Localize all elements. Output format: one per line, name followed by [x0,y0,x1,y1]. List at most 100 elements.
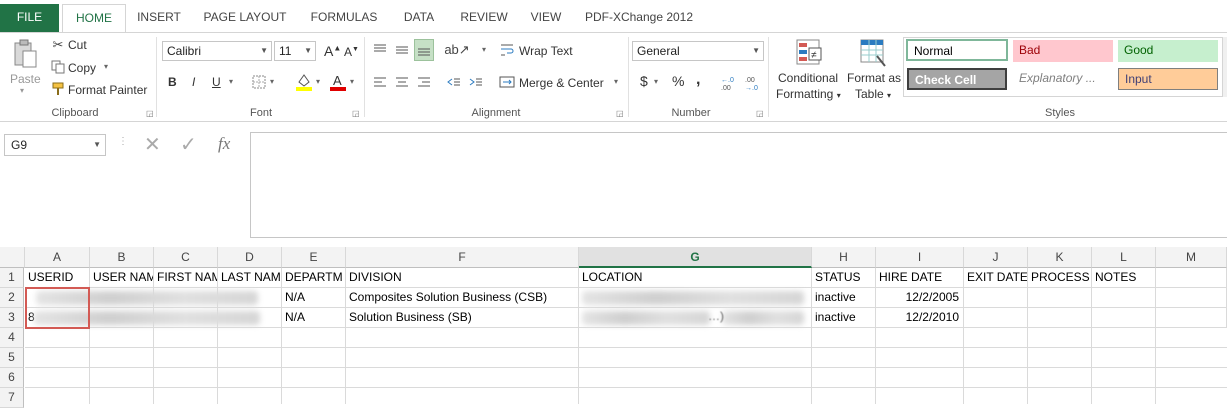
cell-h3[interactable]: inactive [812,308,876,328]
bold-button[interactable]: B [168,75,177,89]
row-header[interactable]: 1 [0,268,24,288]
grow-font-button[interactable]: A▲ [324,43,341,59]
column-header[interactable]: A [25,247,90,268]
tab-review[interactable]: REVIEW [452,6,516,28]
column-header[interactable]: H [812,247,876,268]
paste-icon[interactable] [10,37,40,71]
merge-center-dropdown-icon[interactable]: ▾ [614,77,618,86]
insert-function-icon[interactable]: fx [218,134,230,154]
column-header[interactable]: M [1156,247,1227,268]
cell-k1[interactable]: PROCESS S [1028,268,1092,288]
copy-icon[interactable] [50,59,66,75]
shrink-font-button[interactable]: A▼ [344,45,359,59]
wrap-text-icon[interactable] [498,41,516,59]
cell-i1[interactable]: HIRE DATE [876,268,964,288]
style-check-cell[interactable]: Check Cell [907,68,1007,90]
tab-file[interactable]: FILE [0,4,59,32]
column-header[interactable]: I [876,247,964,268]
align-middle-icon[interactable] [392,41,412,59]
format-as-table-label-2[interactable]: Table ▾ [855,87,891,101]
tab-formulas[interactable]: FORMULAS [302,6,386,28]
column-header[interactable]: E [282,247,346,268]
percent-button[interactable]: % [672,73,684,89]
cell-i3[interactable]: 12/2/2010 [876,308,964,328]
orientation-icon[interactable]: ab↗ [444,40,469,60]
font-color-icon[interactable]: A [328,71,348,93]
align-bottom-icon[interactable] [414,39,434,61]
font-name-select[interactable]: Calibri ▼ [162,41,272,61]
tab-page-layout[interactable]: PAGE LAYOUT [194,6,296,28]
align-center-icon[interactable] [392,73,412,91]
number-format-select[interactable]: General ▼ [632,41,764,61]
cell-b1[interactable]: USER NAM [90,268,154,288]
alignment-launcher-icon[interactable]: ◲ [616,109,624,118]
format-painter-icon[interactable] [50,81,66,97]
row-header[interactable]: 5 [0,348,24,368]
borders-dropdown-icon[interactable]: ▾ [270,77,274,86]
style-explanatory[interactable]: Explanatory ... [1013,68,1113,90]
cell-m1[interactable] [1156,268,1227,288]
cell-d1[interactable]: LAST NAM [218,268,282,288]
conditional-formatting-label-2[interactable]: Formatting ▾ [776,87,841,101]
column-header[interactable]: B [90,247,154,268]
cell-a1[interactable]: USERID [25,268,90,288]
cell-f3[interactable]: Solution Business (SB) [346,308,579,328]
cell-f2[interactable]: Composites Solution Business (CSB) [346,288,579,308]
orientation-dropdown-icon[interactable]: ▾ [482,45,486,54]
fill-color-dropdown-icon[interactable]: ▾ [316,77,320,86]
cell-l2[interactable] [1092,288,1156,308]
decrease-decimal-icon[interactable]: .00 →.0 [744,73,764,93]
column-header[interactable]: J [964,247,1028,268]
column-header[interactable]: K [1028,247,1092,268]
tab-pdf-xchange[interactable]: PDF-XChange 2012 [578,6,700,28]
cell-g1[interactable]: LOCATION [579,268,812,288]
merge-center-icon[interactable] [498,73,516,91]
comma-button[interactable]: , [696,71,700,89]
paste-button[interactable]: Paste [10,72,41,86]
tab-view[interactable]: VIEW [522,6,570,28]
format-as-table-button[interactable]: Format as [847,71,901,85]
row-header[interactable]: 2 [0,288,24,308]
column-header[interactable]: F [346,247,579,268]
styles-gallery-scrollbar[interactable] [1223,37,1227,97]
tab-home[interactable]: HOME [62,4,126,33]
italic-button[interactable]: I [192,75,195,89]
cut-icon[interactable]: ✂ [50,37,66,53]
tab-data[interactable]: DATA [392,6,446,28]
cell-h1[interactable]: STATUS [812,268,876,288]
cell-m2[interactable] [1156,288,1227,308]
style-bad[interactable]: Bad [1013,40,1113,62]
currency-button[interactable]: $ [640,73,648,89]
cell-c1[interactable]: FIRST NAM [154,268,218,288]
column-header[interactable]: C [154,247,218,268]
style-input[interactable]: Input [1118,68,1218,90]
cell-e3[interactable]: N/A [282,308,346,328]
formula-bar-grip-icon[interactable]: ⋮ [118,136,128,147]
cut-button[interactable]: Cut [68,38,87,52]
increase-indent-icon[interactable] [466,73,486,91]
clipboard-launcher-icon[interactable]: ◲ [146,109,154,118]
number-launcher-icon[interactable]: ◲ [756,109,764,118]
cell-j1[interactable]: EXIT DATE [964,268,1028,288]
enter-icon[interactable]: ✓ [180,132,197,157]
row-header[interactable]: 7 [0,388,24,408]
row-header[interactable]: 6 [0,368,24,388]
conditional-formatting-icon[interactable]: ≠ [794,37,824,69]
conditional-formatting-button[interactable]: Conditional [778,71,838,85]
align-top-icon[interactable] [370,41,390,59]
cancel-icon[interactable]: ✕ [144,132,161,157]
cell-e1[interactable]: DEPARTM [282,268,346,288]
paste-dropdown-icon[interactable]: ▾ [20,86,24,95]
borders-icon[interactable] [250,73,268,91]
font-size-select[interactable]: 11 ▼ [274,41,316,61]
name-box[interactable]: G9 ▼ [4,134,106,156]
row-header[interactable]: 3 [0,308,24,328]
column-header[interactable]: D [218,247,282,268]
font-color-dropdown-icon[interactable]: ▾ [350,77,354,86]
cell-e2[interactable]: N/A [282,288,346,308]
align-left-icon[interactable] [370,73,390,91]
style-normal[interactable]: Normal [906,39,1008,61]
row-header[interactable]: 4 [0,328,24,348]
font-launcher-icon[interactable]: ◲ [352,109,360,118]
column-header[interactable]: L [1092,247,1156,268]
